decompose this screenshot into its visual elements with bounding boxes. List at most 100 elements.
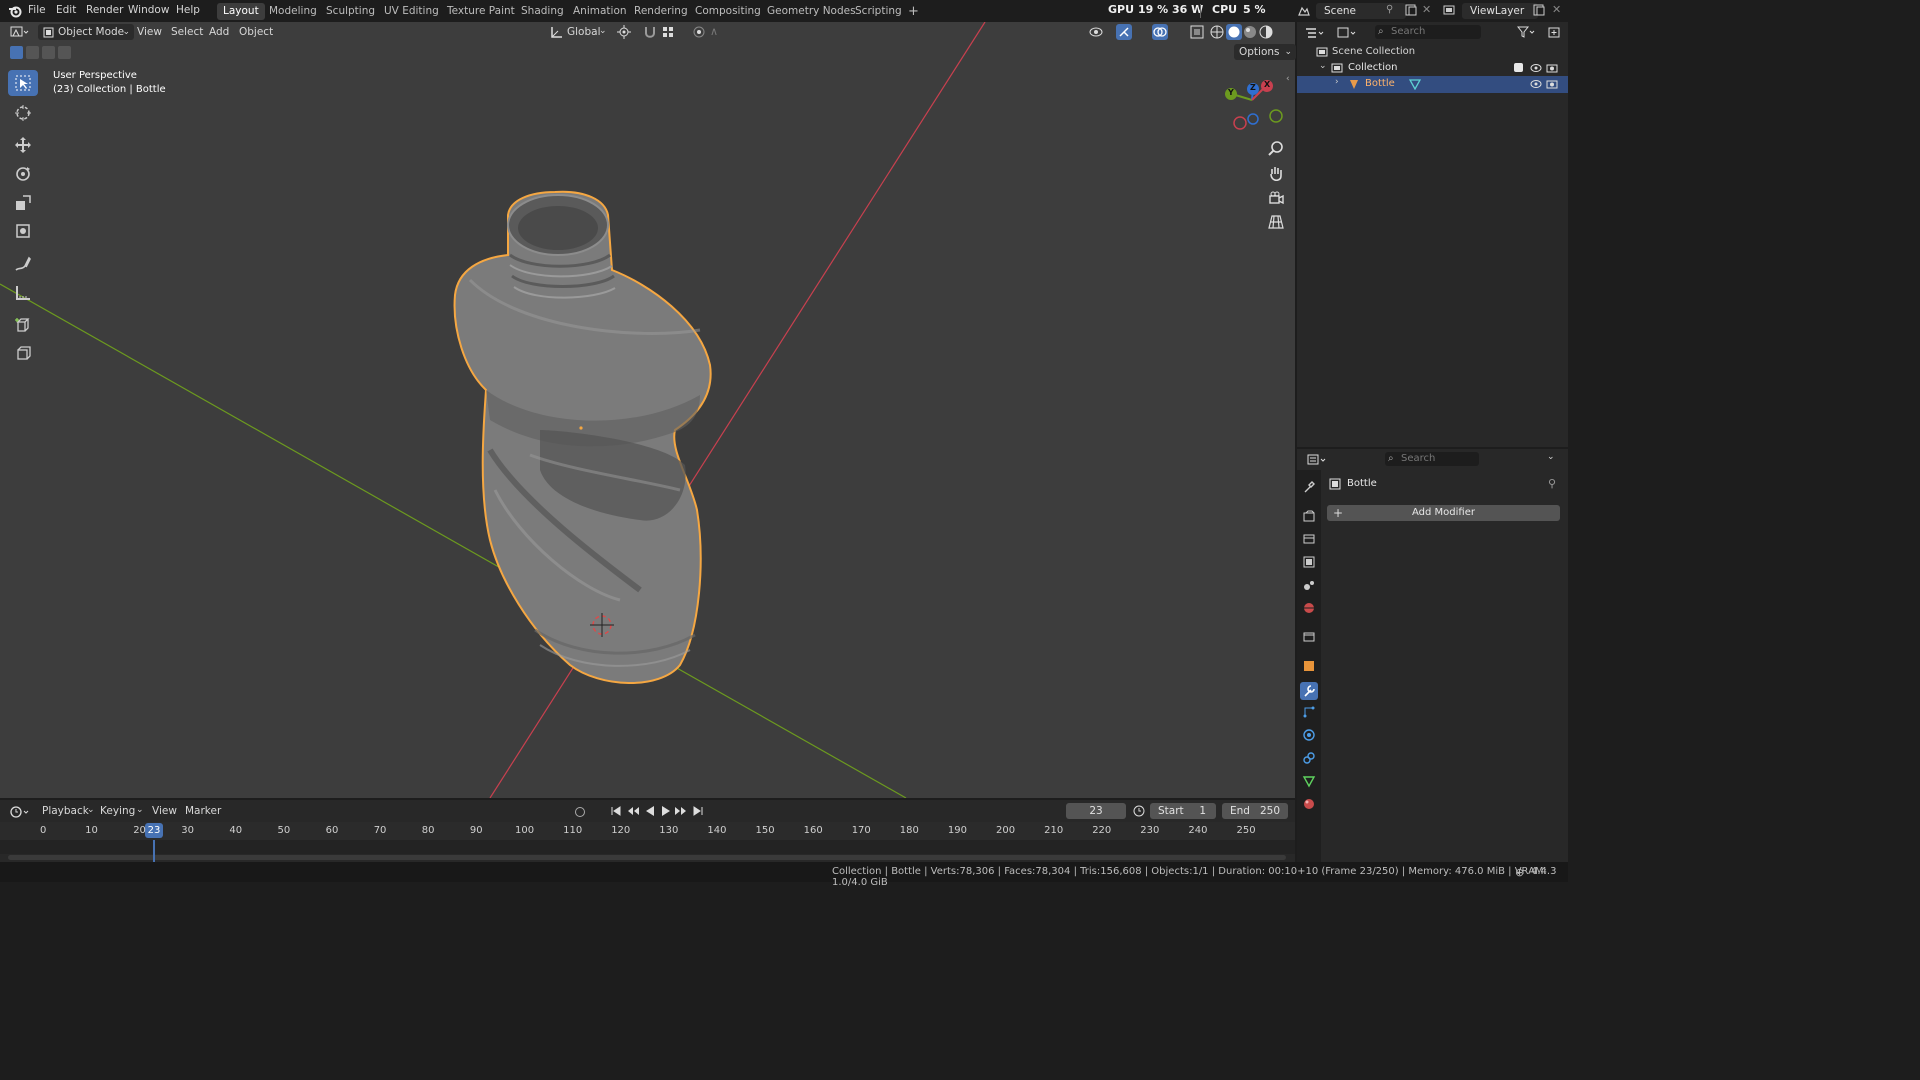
select-subtract-icon[interactable] xyxy=(42,46,55,59)
add-object-tool[interactable] xyxy=(8,340,38,366)
collection-tab-icon[interactable] xyxy=(1302,630,1316,644)
start-frame-field[interactable]: Start 1 xyxy=(1150,803,1216,819)
play-icon[interactable] xyxy=(660,805,672,820)
tab-modeling[interactable]: Modeling xyxy=(263,3,323,20)
constraints-tab-icon[interactable] xyxy=(1302,751,1316,765)
snap-magnet-icon[interactable] xyxy=(643,25,657,42)
outliner-search-input[interactable]: ⌕ Search xyxy=(1375,25,1481,39)
overlays-toggle-icon[interactable] xyxy=(1152,24,1168,40)
select-menu[interactable]: Select xyxy=(166,24,208,40)
pivot-point-icon[interactable] xyxy=(617,25,631,42)
tab-scripting[interactable]: Scripting xyxy=(849,3,908,20)
select-extend-icon[interactable] xyxy=(26,46,39,59)
current-frame-field[interactable]: 23 xyxy=(1066,803,1126,819)
data-tab-icon[interactable] xyxy=(1302,774,1316,788)
bottle-mesh-data-icon[interactable] xyxy=(1408,78,1422,93)
physics-tab-icon[interactable] xyxy=(1302,728,1316,742)
rotate-tool[interactable] xyxy=(8,161,38,187)
modifiers-tab-icon[interactable] xyxy=(1300,682,1318,700)
tab-geometry-nodes[interactable]: Geometry Nodes xyxy=(761,3,862,20)
new-view-layer-icon[interactable] xyxy=(1532,3,1546,20)
play-reverse-icon[interactable] xyxy=(644,805,656,820)
tab-shading[interactable]: Shading xyxy=(515,3,570,20)
tab-layout[interactable]: Layout xyxy=(217,3,265,20)
particles-tab-icon[interactable] xyxy=(1302,705,1316,719)
add-modifier-button[interactable]: + Add Modifier xyxy=(1327,505,1560,521)
falloff-icon[interactable]: ∧ xyxy=(710,25,718,38)
snap-target-icon[interactable] xyxy=(661,25,675,42)
jump-start-icon[interactable] xyxy=(610,805,622,820)
menu-edit[interactable]: Edit xyxy=(56,4,76,16)
tab-uv-editing[interactable]: UV Editing xyxy=(378,3,445,20)
filter-icon[interactable] xyxy=(1516,25,1537,42)
menu-render[interactable]: Render xyxy=(86,4,123,16)
material-tab-icon[interactable] xyxy=(1302,797,1316,811)
outliner-row-scene-collection[interactable]: Scene Collection xyxy=(1297,44,1568,61)
new-collection-icon[interactable] xyxy=(1547,25,1561,42)
ortho-toggle-button[interactable] xyxy=(1266,212,1286,232)
keyframe-track[interactable] xyxy=(0,840,1295,854)
blender-logo-icon[interactable] xyxy=(8,4,22,21)
collection-checkbox-icon[interactable] xyxy=(1514,63,1523,72)
new-scene-icon[interactable] xyxy=(1404,3,1418,20)
mode-selector[interactable]: Object Mode ⌄ xyxy=(38,24,134,40)
select-intersect-icon[interactable] xyxy=(58,46,71,59)
camera-view-button[interactable] xyxy=(1266,188,1286,208)
pin-icon[interactable]: ⚲ xyxy=(1386,4,1393,15)
display-mode-icon[interactable] xyxy=(1337,26,1357,43)
delete-scene-icon[interactable]: ✕ xyxy=(1422,3,1431,16)
add-menu[interactable]: Add xyxy=(204,24,234,40)
scene-tab-icon[interactable] xyxy=(1302,578,1316,592)
jump-keyframe-back-icon[interactable] xyxy=(626,805,640,820)
properties-pin-icon[interactable]: ⚲ xyxy=(1548,477,1556,490)
tab-texture-paint[interactable]: Texture Paint xyxy=(441,3,521,20)
output-tab-icon[interactable] xyxy=(1302,532,1316,546)
tab-compositing[interactable]: Compositing xyxy=(689,3,767,20)
tab-rendering[interactable]: Rendering xyxy=(628,3,694,20)
measure-tool[interactable] xyxy=(8,280,38,306)
tab-sculpting[interactable]: Sculpting xyxy=(320,3,381,20)
collection-eye-icon[interactable] xyxy=(1530,62,1542,77)
timeline-scrollbar[interactable] xyxy=(8,855,1286,860)
keying-menu[interactable]: Keying xyxy=(95,803,140,819)
bottle-expand-icon[interactable]: › xyxy=(1335,77,1339,87)
add-workspace-button[interactable]: + xyxy=(902,3,925,20)
collection-expand-icon[interactable]: ⌄ xyxy=(1319,61,1327,71)
solid-shading-icon[interactable] xyxy=(1226,24,1242,40)
sidebar-toggle-icon[interactable]: ‹ xyxy=(1286,74,1290,84)
menu-window[interactable]: Window xyxy=(128,4,169,16)
menu-help[interactable]: Help xyxy=(176,4,200,16)
outliner-row-bottle[interactable]: › Bottle xyxy=(1297,76,1568,93)
end-frame-field[interactable]: End 250 xyxy=(1222,803,1288,819)
add-cube-tool[interactable] xyxy=(8,312,38,338)
gizmo-toggle-icon[interactable] xyxy=(1116,24,1132,40)
options-button[interactable]: Options ⌄ xyxy=(1234,44,1296,60)
zoom-button[interactable] xyxy=(1266,138,1286,158)
timeline-editor-icon[interactable] xyxy=(10,805,30,822)
bottle-mesh[interactable] xyxy=(453,190,712,684)
xray-toggle-icon[interactable] xyxy=(1190,25,1204,42)
auto-keying-icon[interactable] xyxy=(574,806,586,821)
visibility-eye-icon[interactable] xyxy=(1088,25,1104,42)
tab-animation[interactable]: Animation xyxy=(567,3,633,20)
properties-editor-icon[interactable] xyxy=(1307,453,1327,470)
3d-viewport[interactable]: Y Z X User Perspective (23) Collection |… xyxy=(0,22,1295,798)
move-tool[interactable] xyxy=(8,132,38,158)
bottle-render-icon[interactable] xyxy=(1546,78,1558,93)
view-layer-selector[interactable]: ViewLayer xyxy=(1462,3,1538,19)
globe-icon[interactable]: ⊕ xyxy=(1515,866,1524,879)
properties-options-chevron-icon[interactable]: ⌄ xyxy=(1547,452,1555,462)
rendered-shading-icon[interactable] xyxy=(1259,25,1273,42)
scene-icon[interactable] xyxy=(1297,3,1311,20)
scale-tool[interactable] xyxy=(8,190,38,216)
material-shading-icon[interactable] xyxy=(1243,25,1257,42)
tool-tab-icon[interactable] xyxy=(1302,480,1316,494)
menu-file[interactable]: File xyxy=(28,4,46,16)
view-layer-icon[interactable] xyxy=(1442,3,1456,20)
playback-menu[interactable]: Playback xyxy=(37,803,94,819)
object-tab-icon[interactable] xyxy=(1302,659,1316,673)
marker-menu[interactable]: Marker xyxy=(180,803,226,819)
playhead-handle[interactable]: 23 xyxy=(145,823,163,838)
delete-view-layer-icon[interactable]: ✕ xyxy=(1552,3,1561,16)
pan-button[interactable] xyxy=(1266,163,1286,183)
